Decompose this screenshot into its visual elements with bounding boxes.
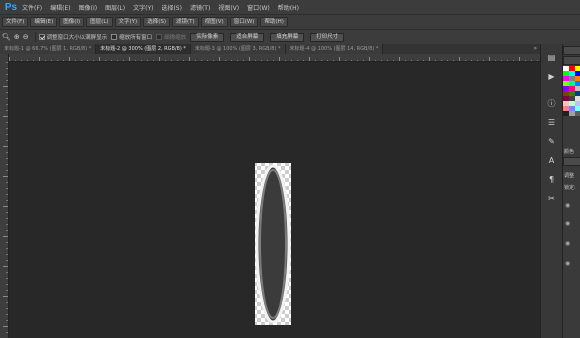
layer-visibility-icon[interactable]: ◉ — [565, 220, 570, 227]
tools-preset-icon[interactable]: ✂ — [545, 191, 559, 205]
print-size-button[interactable]: 打印尺寸 — [310, 32, 345, 42]
layer-visibility-icon[interactable]: ◉ — [565, 202, 570, 209]
menu-edit[interactable]: 编辑(E) — [50, 3, 70, 12]
swatch-grid — [563, 66, 580, 116]
fit-screen-button[interactable]: 适合屏幕 — [230, 32, 265, 42]
strip-filter[interactable]: 滤镜(T) — [171, 17, 199, 27]
strip-view[interactable]: 视图(V) — [200, 17, 228, 27]
doc-tab-label: 未标题-2 @ 300% (图层 2, RGB/8) * — [100, 46, 186, 52]
color-swatch[interactable] — [575, 111, 580, 116]
strip-file[interactable]: 文件(F) — [2, 17, 29, 27]
paragraph-panel-icon[interactable]: ¶ — [545, 172, 559, 186]
strip-image[interactable]: 图像(I) — [59, 17, 85, 27]
horizontal-ruler[interactable] — [9, 54, 540, 62]
strip-layer[interactable]: 图层(L) — [86, 17, 113, 27]
doc-tab-1[interactable]: 未标题-1 @ 66.7% (图层 1, RGB/8) * — [0, 44, 97, 54]
document-tab-bar: 未标题-1 @ 66.7% (图层 1, RGB/8) * 未标题-2 @ 30… — [0, 44, 540, 54]
lock-label: 锁定: — [564, 185, 576, 191]
doc-tab-label: 未标题-3 @ 100% (图层 3, RGB/8) * — [194, 46, 281, 52]
menu-file[interactable]: 文件(F) — [22, 3, 42, 12]
doc-tab-3[interactable]: 未标题-3 @ 100% (图层 3, RGB/8) * — [190, 44, 286, 54]
adjustments-label: 调整 — [564, 173, 575, 179]
menu-select[interactable]: 选择(S) — [161, 3, 182, 12]
options-bar: 🔍︎ ⊕ ⊖ 调整窗口大小以满屏显示 缩放所有窗口 细微缩放 实际像素 适合屏幕… — [0, 29, 580, 44]
menu-help[interactable]: 帮助(H) — [278, 3, 299, 12]
zoom-all-checkbox[interactable] — [111, 34, 118, 40]
resize-windows-checkbox[interactable] — [38, 34, 45, 40]
photoshop-logo: Ps — [4, 1, 18, 13]
divider — [34, 32, 36, 42]
doc-tab-4[interactable]: 未标题-4 @ 100% (图层 14, RGB/8) * — [285, 44, 384, 54]
zoom-tool-icon[interactable]: 🔍︎ — [2, 33, 11, 41]
strip-type[interactable]: 文字(Y) — [114, 17, 142, 27]
menu-bar: Ps 文件(F) 编辑(E) 图像(I) 图层(L) 文字(Y) 选择(S) 滤… — [0, 0, 580, 14]
doc-tab-label: 未标题-1 @ 66.7% (图层 1, RGB/8) * — [4, 46, 92, 52]
strip-edit[interactable]: 编辑(E) — [30, 17, 58, 27]
fill-screen-button[interactable]: 填充屏幕 — [270, 32, 305, 42]
actions-play-icon[interactable]: ▶ — [545, 69, 559, 83]
brush-panel-icon[interactable]: ✎ — [545, 134, 559, 148]
menu-layer[interactable]: 图层(L) — [105, 3, 125, 12]
swatches-panel-tab[interactable] — [563, 56, 580, 65]
zoom-in-icon[interactable]: ⊕ — [14, 33, 20, 41]
character-panel-icon[interactable]: A — [545, 153, 559, 167]
zoom-all-label: 缩放所有窗口 — [119, 35, 153, 41]
color-swatches-panel: 颜色 调整 锁定: ◉ ◉ ◉ ◉ — [562, 44, 580, 338]
doc-tab-label: 未标题-4 @ 100% (图层 14, RGB/8) * — [289, 46, 379, 52]
color-panel-label: 颜色 — [564, 149, 575, 155]
doc-tab-2[interactable]: 未标题-2 @ 300% (图层 2, RGB/8) * — [96, 44, 191, 54]
layer-visibility-icon[interactable]: ◉ — [565, 240, 570, 247]
color-panel-tab[interactable] — [563, 46, 580, 55]
info-panel-icon[interactable]: ⓘ — [545, 96, 559, 110]
menu-view[interactable]: 视图(V) — [218, 3, 239, 12]
zoom-out-icon[interactable]: ⊖ — [23, 33, 29, 41]
strip-window[interactable]: 窗口(W) — [229, 17, 259, 27]
adjustments-tab[interactable] — [563, 157, 580, 166]
scrubby-zoom-checkbox[interactable] — [156, 34, 163, 40]
panel-icon-dock: ▤ ▶ ⓘ ☰ ✎ A ¶ ✂ — [540, 44, 562, 338]
strip-select[interactable]: 选择(S) — [143, 17, 170, 27]
properties-panel-icon[interactable]: ☰ — [545, 115, 559, 129]
tab-overflow-button[interactable]: » — [530, 44, 540, 54]
scrubby-zoom-label: 细微缩放 — [164, 35, 187, 41]
history-panel-icon[interactable]: ▤ — [545, 50, 559, 64]
canvas-artwork — [255, 163, 291, 325]
document-canvas[interactable] — [9, 62, 540, 338]
layer-visibility-icon[interactable]: ◉ — [565, 260, 570, 267]
actual-pixels-button[interactable]: 实际像素 — [190, 32, 225, 42]
resize-windows-label: 调整窗口大小以满屏显示 — [46, 35, 108, 41]
menu-window[interactable]: 窗口(W) — [247, 3, 270, 12]
menu-strip-secondary: 文件(F) 编辑(E) 图像(I) 图层(L) 文字(Y) 选择(S) 滤镜(T… — [0, 14, 580, 29]
menu-filter[interactable]: 滤镜(T) — [190, 3, 210, 12]
menu-image[interactable]: 图像(I) — [79, 3, 97, 12]
vertical-ruler[interactable] — [0, 54, 9, 338]
menu-type[interactable]: 文字(Y) — [133, 3, 153, 12]
strip-help[interactable]: 帮助(H) — [260, 17, 288, 27]
ellipse-shape — [255, 164, 291, 324]
